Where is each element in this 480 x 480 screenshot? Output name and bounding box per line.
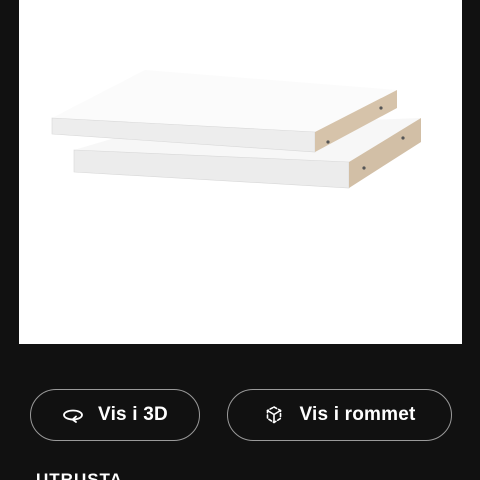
- view-in-room-label: Vis i rommet: [299, 404, 416, 425]
- upper-shelf-hole: [326, 140, 330, 144]
- lower-shelf-hole: [362, 166, 366, 170]
- upper-shelf-hole: [379, 106, 383, 110]
- view-in-3d-label: Vis i 3D: [98, 404, 168, 425]
- lower-shelf-hole: [401, 136, 405, 140]
- view-in-room-button[interactable]: Vis i rommet: [227, 389, 452, 441]
- section-heading: UTRUSTA: [36, 470, 123, 480]
- augmented-reality-icon: [263, 404, 285, 426]
- white-shelves-image: [51, 70, 421, 189]
- view-in-3d-button[interactable]: Vis i 3D: [30, 389, 200, 441]
- rotate-3d-icon: [62, 404, 84, 426]
- product-image[interactable]: [19, 0, 462, 344]
- product-page: Vis i 3D Vis i rommet UTRUSTA: [0, 0, 480, 480]
